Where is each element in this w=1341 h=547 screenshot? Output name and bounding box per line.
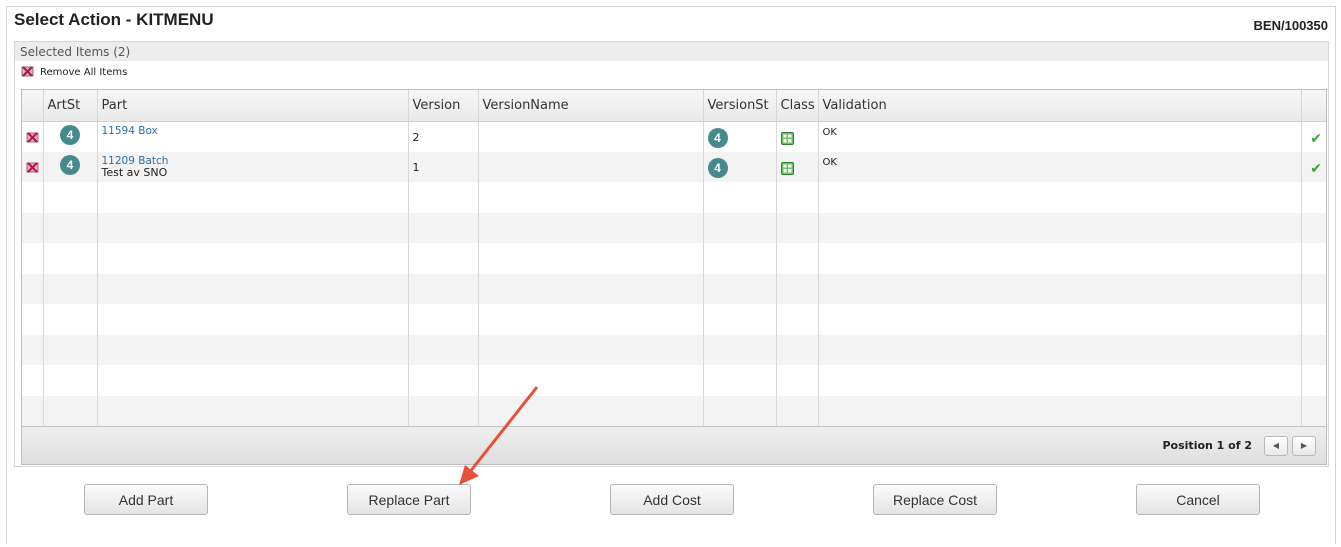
versionst-status-badge: 4 — [707, 157, 728, 178]
column-header-versionst[interactable]: VersionSt — [703, 90, 777, 122]
column-header-status — [1301, 90, 1326, 122]
class-icon — [780, 131, 794, 148]
record-reference: BEN/100350 — [1253, 18, 1328, 33]
empty-row — [22, 273, 1326, 304]
versionst-status-badge: 4 — [707, 127, 728, 148]
empty-row — [22, 334, 1326, 365]
page-title: Select Action - KITMENU — [14, 10, 214, 29]
grid-pager: Position 1 of 2 ◀ ▶ — [22, 426, 1326, 464]
column-header-versionname[interactable]: VersionName — [478, 90, 704, 122]
remove-item-icon[interactable] — [26, 161, 39, 176]
triangle-right-icon: ▶ — [1300, 441, 1308, 450]
column-header-artst[interactable]: ArtSt — [43, 90, 98, 122]
version-value: 1 — [412, 160, 420, 174]
part-link[interactable]: 11594 Box — [102, 125, 404, 137]
version-value: 2 — [412, 130, 420, 144]
validation-value: OK — [822, 156, 837, 168]
empty-row — [22, 243, 1326, 274]
table-row: 4 11209 Batch Test av SNO 1 4 OK ✔ — [22, 151, 1326, 182]
remove-item-icon[interactable] — [26, 131, 39, 146]
selected-items-heading: Selected Items (2) — [15, 42, 1328, 61]
column-header-class[interactable]: Class — [776, 90, 819, 122]
add-part-button[interactable]: Add Part — [84, 484, 208, 515]
version-name-value — [483, 125, 699, 131]
replace-cost-button[interactable]: Replace Cost — [873, 484, 997, 515]
previous-page-button[interactable]: ◀ — [1264, 435, 1288, 456]
part-link[interactable]: 11209 Batch — [102, 155, 404, 167]
table-row: 4 11594 Box 2 4 OK ✔ — [22, 121, 1326, 152]
version-name-value — [483, 155, 699, 161]
artst-status-badge: 4 — [60, 154, 80, 175]
column-header-version[interactable]: Version — [408, 90, 479, 122]
next-page-button[interactable]: ▶ — [1292, 435, 1316, 456]
add-cost-button[interactable]: Add Cost — [610, 484, 734, 515]
checkmark-icon: ✔ — [1310, 160, 1322, 177]
empty-row — [22, 182, 1326, 213]
empty-row — [22, 395, 1326, 426]
checkmark-icon: ✔ — [1310, 130, 1322, 147]
class-icon — [780, 161, 794, 178]
triangle-left-icon: ◀ — [1272, 441, 1280, 450]
remove-all-items-link[interactable]: Remove All Items — [15, 61, 1328, 83]
remove-items-icon — [21, 65, 34, 80]
remove-all-items-label: Remove All Items — [40, 66, 128, 78]
selected-items-grid: ArtSt Part Version VersionName VersionSt… — [21, 89, 1327, 465]
empty-row — [22, 304, 1326, 335]
empty-row — [22, 212, 1326, 243]
artst-status-badge: 4 — [60, 124, 80, 145]
replace-part-button[interactable]: Replace Part — [347, 484, 471, 515]
column-header-part[interactable]: Part — [97, 90, 409, 122]
table-header-row: ArtSt Part Version VersionName VersionSt… — [22, 90, 1326, 122]
validation-value: OK — [822, 126, 837, 138]
empty-row — [22, 365, 1326, 396]
cancel-button[interactable]: Cancel — [1136, 484, 1260, 515]
column-header-remove — [22, 90, 44, 122]
part-description: Test av SNO — [101, 165, 168, 179]
column-header-validation[interactable]: Validation — [818, 90, 1302, 122]
position-indicator: Position 1 of 2 — [1162, 439, 1253, 452]
selected-items-panel: Selected Items (2) Remove All Items ArtS… — [14, 41, 1329, 467]
